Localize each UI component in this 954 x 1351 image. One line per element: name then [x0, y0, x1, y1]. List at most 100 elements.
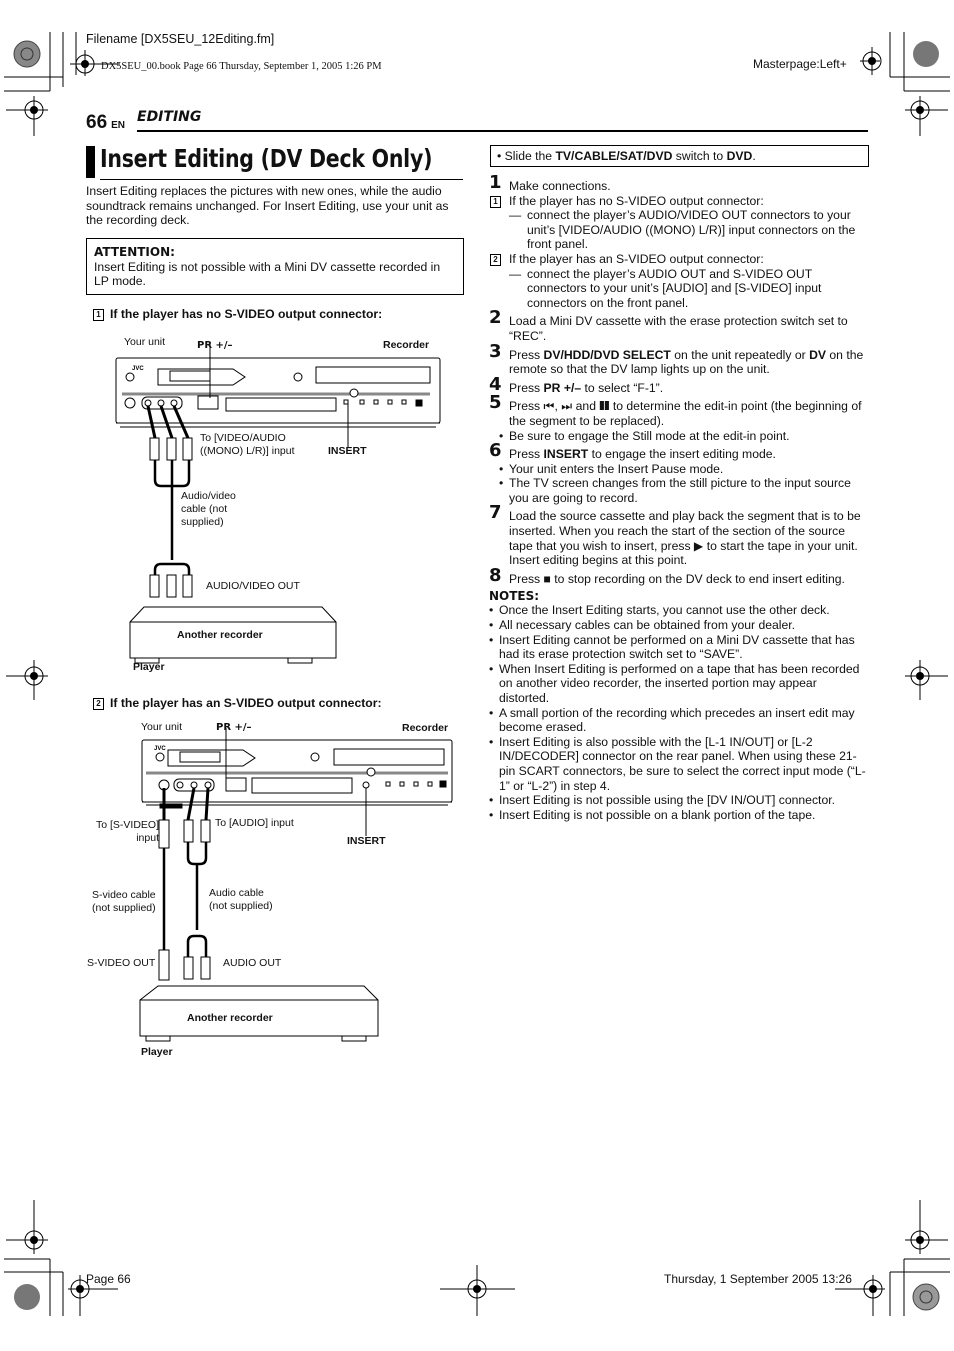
step-number-box: 1	[93, 309, 104, 321]
step-6: 6 Press INSERT to engage the insert editi…	[489, 440, 869, 462]
diagram2-heading-text: If the player has an S-VIDEO output conn…	[110, 696, 382, 710]
substep-label: If the player has an S-VIDEO output conn…	[509, 251, 764, 266]
switch-instruction-box: • Slide the TV/CABLE/SAT/DVD switch to D…	[490, 145, 869, 167]
your-unit-label-2: Your unit	[141, 721, 183, 733]
recorder-label: Recorder	[383, 339, 430, 351]
step-text: Load a Mini DV cassette with the erase p…	[509, 314, 848, 343]
note-item: Once the Insert Editing starts, you cann…	[489, 603, 869, 618]
header-filename: Filename [DX5SEU_12Editing.fm]	[86, 32, 275, 46]
intro-paragraph: Insert Editing replaces the pictures wit…	[86, 184, 449, 228]
step-number: 3	[489, 340, 502, 362]
slide-mid: switch to	[672, 149, 727, 163]
jvc-logo: JVC	[154, 746, 166, 752]
step-2: 2 Load a Mini DV cassette with the erase …	[489, 307, 869, 343]
diagram2-heading: 2 If the player has an S-VIDEO output con…	[93, 696, 382, 710]
pr-label-2: PR +/–	[216, 722, 252, 733]
step-text: Make connections.	[509, 179, 611, 193]
substep-1-detail: connect the player’s AUDIO/VIDEO OUT con…	[489, 208, 869, 252]
slide-end: .	[752, 149, 756, 163]
to-audio-label: To [AUDIO] input	[215, 817, 294, 829]
step-text: to select “F-1”.	[581, 380, 664, 395]
step-number: 1	[489, 172, 502, 193]
step-5: 5 Press ⏮, ⏭ and ❚❚ to determine the edit…	[489, 392, 869, 428]
note-item: Insert Editing is not possible using the…	[489, 793, 869, 808]
step-number: 2	[489, 307, 502, 329]
instruction-steps: 1 Make connections. 1 If the player has no…	[489, 172, 869, 823]
audio-video-out-label: AUDIO/VIDEO OUT	[206, 580, 300, 592]
step-number: 5	[489, 392, 502, 414]
note-item: Insert Editing is not possible on a blan…	[489, 808, 869, 823]
step-text: to engage the insert editing mode.	[588, 447, 776, 462]
jvc-logo: JVC	[132, 366, 144, 372]
svideo-out-label: S-VIDEO OUT	[87, 957, 156, 969]
step-text: Press	[509, 447, 544, 462]
slide-switch-name: TV/CABLE/SAT/DVD	[555, 149, 673, 163]
page-title: Insert Editing (DV Deck Only)	[100, 144, 433, 173]
recorder-label-2: Recorder	[402, 722, 449, 734]
insert-label: INSERT	[328, 445, 367, 457]
step-4: 4 Press PR +/– to select “F-1”.	[489, 373, 869, 396]
page-number: 66 EN	[86, 112, 125, 134]
footer-date: Thursday, 1 September 2005 13:26	[664, 1272, 852, 1286]
section-title: EDITING	[137, 109, 202, 125]
substep-label: If the player has no S-VIDEO output conn…	[509, 193, 764, 208]
language-tag: EN	[111, 120, 126, 131]
step-6-bullet: The TV screen changes from the still pic…	[489, 476, 869, 505]
to-input-label: To [VIDEO/AUDIO ((MONO) L/R)] input	[200, 432, 295, 457]
insert-label-2: INSERT	[347, 835, 386, 847]
attention-text: Insert Editing is not possible with a Mi…	[94, 259, 441, 289]
step-8: 8 Press ■ to stop recording on the DV dec…	[489, 564, 869, 587]
attention-heading: ATTENTION:	[94, 245, 175, 259]
player-label-2: Player	[141, 1046, 173, 1058]
step-5-bullet: Be sure to engage the Still mode at the …	[489, 429, 869, 444]
step-number-box: 2	[490, 253, 501, 266]
diagram1-heading-text: If the player has no S-VIDEO output conn…	[110, 307, 383, 321]
step-3: 3 Press DV/HDD/DVD SELECT on the unit rep…	[489, 340, 869, 377]
header-rule	[137, 130, 868, 132]
step-text: Press	[509, 380, 544, 395]
audio-cable-label: Audio cable (not supplied)	[209, 887, 273, 912]
substep-1: 1 If the player has no S-VIDEO output con…	[489, 194, 869, 209]
step-7: 7 Load the source cassette and play back …	[489, 502, 869, 568]
connection-diagram-2: JVC	[139, 728, 453, 1042]
diagram1-heading: 1 If the player has no S-VIDEO output con…	[93, 307, 382, 321]
pr-label: PR +/–	[197, 340, 233, 351]
slide-prefix: Slide the	[504, 149, 556, 163]
attention-box: ATTENTION: Insert Editing is not possibl…	[86, 238, 464, 295]
slide-target: DVD	[726, 149, 753, 163]
step-text: Press ⏮, ⏭ and ❚❚ to determine the edit-…	[509, 399, 862, 428]
cable-label: Audio/video cable (not supplied)	[181, 490, 236, 528]
note-item: Insert Editing cannot be performed on a …	[489, 633, 869, 662]
svideo-cable-label: S-video cable (not supplied)	[92, 889, 156, 914]
to-svideo-label: To [S-VIDEO] input	[95, 819, 159, 844]
step-number: 4	[489, 373, 502, 395]
another-recorder-label-2: Another recorder	[187, 1012, 273, 1024]
step-text: Press	[509, 347, 544, 362]
your-unit-label: Your unit	[124, 336, 166, 348]
step-text: Press ■ to stop recording on the DV deck…	[509, 571, 845, 586]
step-number: 7	[489, 502, 502, 524]
step-number: 6	[489, 440, 502, 462]
footer-page: Page 66	[86, 1272, 131, 1286]
connection-diagram-1: JVC	[115, 344, 441, 664]
header-masterpage: Masterpage:Left+	[753, 57, 847, 71]
step-number-box: 1	[490, 195, 501, 208]
substep-2: 2 If the player has an S-VIDEO output con…	[489, 252, 869, 267]
step-text: Load the source cassette and play back t…	[509, 509, 861, 568]
title-rule	[100, 179, 463, 180]
substep-2-detail: connect the player’s AUDIO OUT and S-VID…	[489, 267, 869, 311]
header-book-line: DX5SEU_00.book Page 66 Thursday, Septemb…	[101, 61, 382, 72]
step-number: 8	[489, 564, 502, 586]
title-bar-decoration	[86, 146, 95, 178]
notes-heading: NOTES:	[489, 589, 540, 604]
note-item: When Insert Editing is performed on a ta…	[489, 662, 869, 706]
note-item: A small portion of the recording which p…	[489, 706, 869, 735]
step-1: 1 Make connections.	[489, 172, 869, 194]
step-number-box: 2	[93, 698, 104, 710]
page-number-value: 66	[86, 112, 108, 133]
note-item: All necessary cables can be obtained fro…	[489, 618, 869, 633]
button-name: INSERT	[543, 447, 589, 462]
audio-out-label: AUDIO OUT	[223, 957, 282, 969]
button-name: PR +/–	[543, 380, 582, 395]
step-text: on the unit repeatedly or	[670, 347, 810, 362]
